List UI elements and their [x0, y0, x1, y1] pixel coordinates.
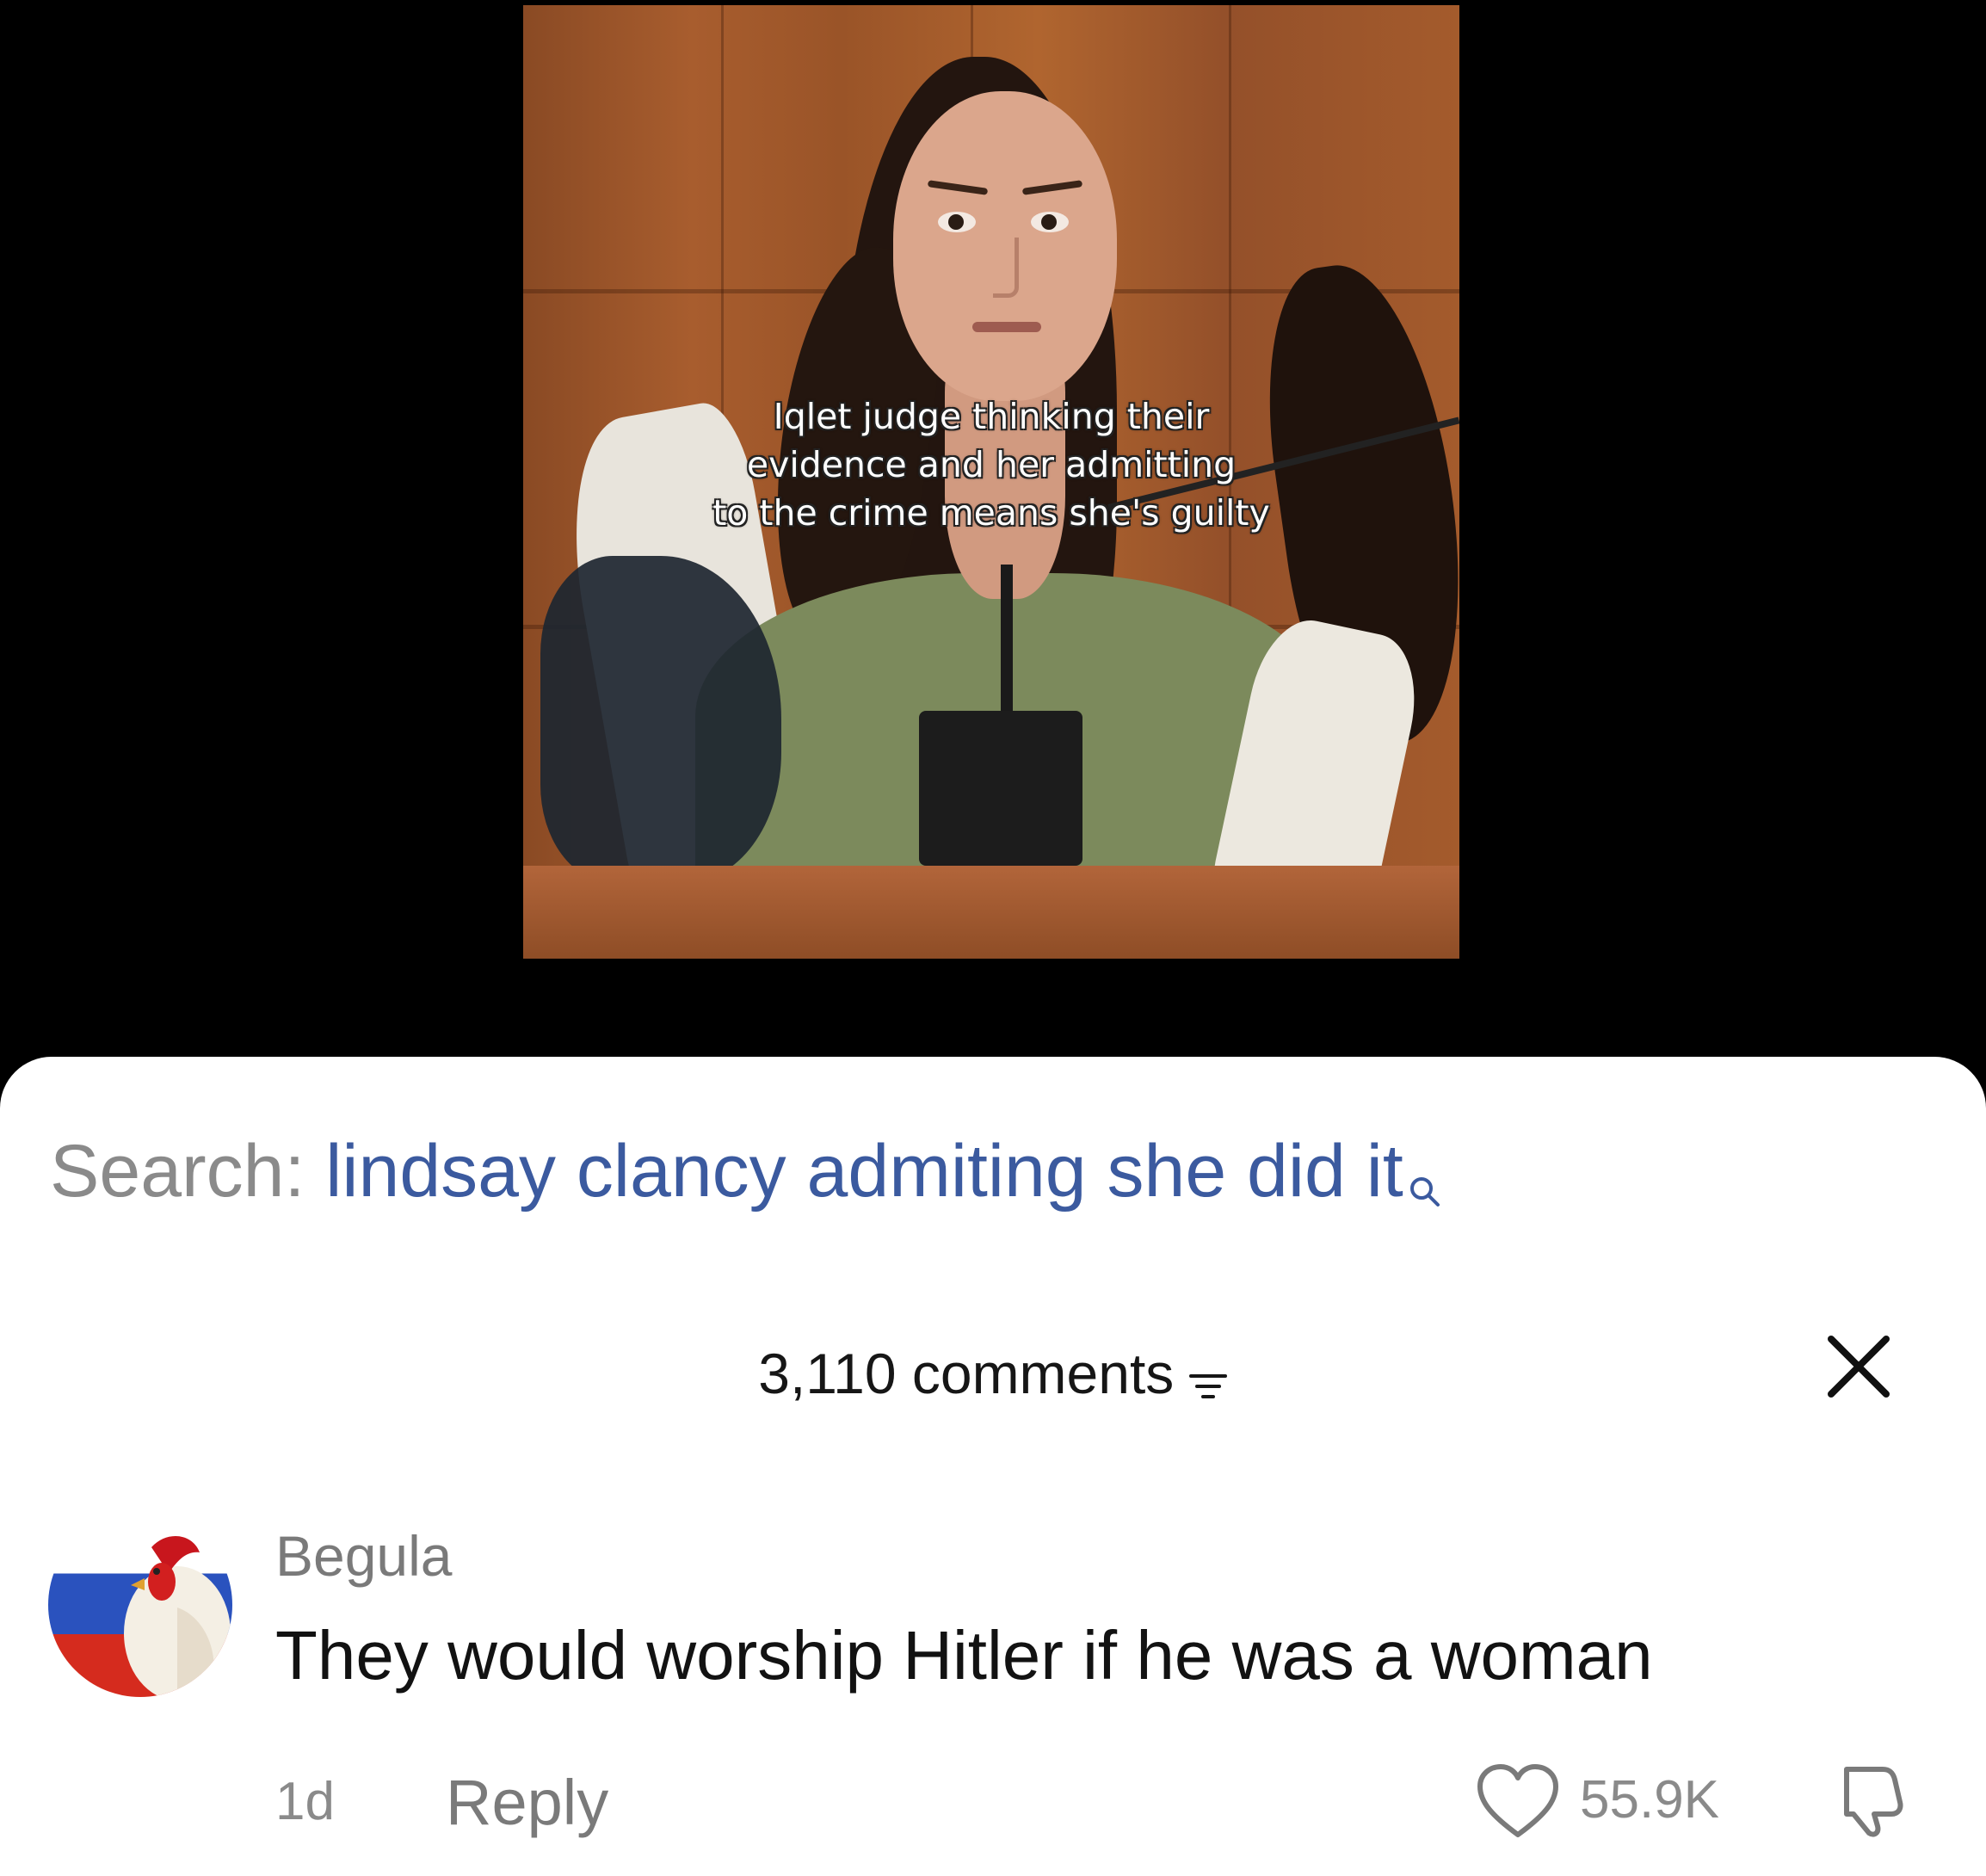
thumbs-down-icon[interactable] — [1829, 1761, 1907, 1838]
comment-username[interactable]: Begula — [275, 1523, 453, 1589]
search-icon[interactable] — [1407, 1141, 1441, 1206]
video-frame[interactable]: Iqlet judge thinking their evidence and … — [523, 5, 1459, 959]
search-query-link[interactable]: lindsay clancy admiting she did it — [325, 1130, 1403, 1213]
nose — [993, 238, 1019, 298]
eye-right — [1031, 212, 1069, 232]
eyebrow-left — [927, 180, 989, 195]
face — [893, 91, 1117, 401]
avatar[interactable] — [48, 1513, 232, 1697]
comments-header: 3,110 comments — [0, 1341, 1986, 1406]
video-area[interactable]: Iqlet judge thinking their evidence and … — [0, 0, 1986, 1058]
video-caption: Iqlet judge thinking their evidence and … — [712, 396, 1270, 534]
comments-sheet: Search: lindsay clancy admiting she did … — [0, 1057, 1986, 1876]
witness-desk — [523, 866, 1459, 959]
eyebrow-right — [1021, 180, 1083, 195]
close-icon[interactable] — [1823, 1330, 1895, 1403]
eye-left — [938, 212, 976, 232]
like-count: 55.9K — [1580, 1770, 1720, 1830]
mouth — [972, 322, 1041, 332]
filter-icon[interactable] — [1188, 1369, 1228, 1404]
comment-text: They would worship Hitler if he was a wo… — [275, 1617, 1653, 1694]
heart-icon[interactable] — [1475, 1762, 1561, 1840]
search-label: Search: — [50, 1130, 305, 1213]
comments-count: 3,110 comments — [758, 1342, 1175, 1405]
foreground-object — [540, 556, 781, 883]
comment-time: 1d — [275, 1772, 335, 1831]
microphone-base — [919, 711, 1082, 866]
comment-item: Begula They would worship Hitler if he w… — [48, 1513, 1941, 1874]
reply-button[interactable]: Reply — [446, 1766, 608, 1839]
search-suggestion[interactable]: Search: lindsay clancy admiting she did … — [50, 1129, 1441, 1214]
